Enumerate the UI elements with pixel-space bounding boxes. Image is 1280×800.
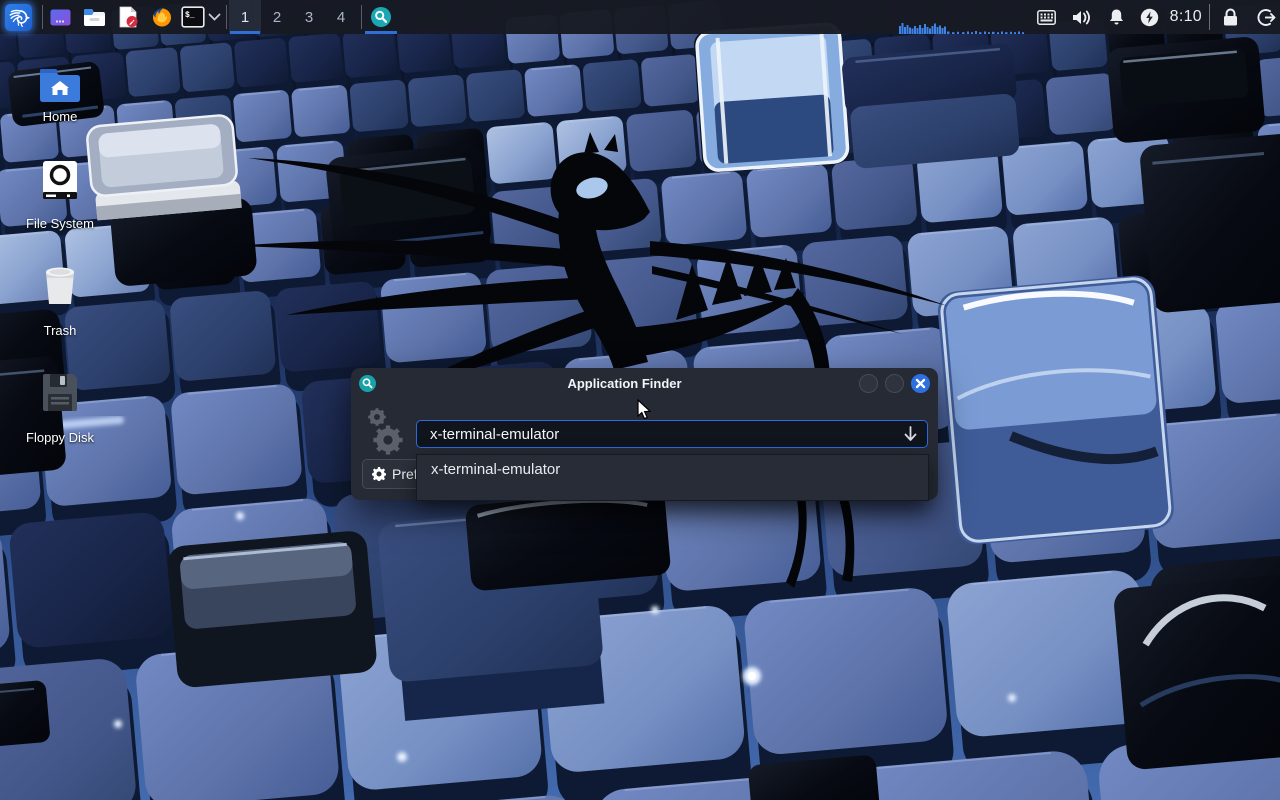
svg-text:$_: $_ [185, 11, 195, 20]
